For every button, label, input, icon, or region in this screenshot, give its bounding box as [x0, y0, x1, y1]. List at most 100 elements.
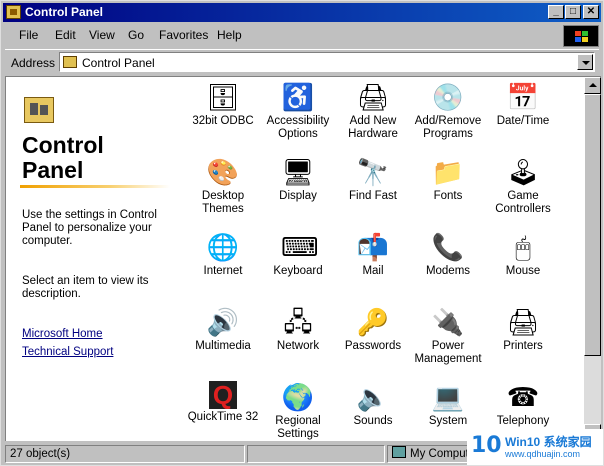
odbc-icon: 🗄	[206, 82, 240, 112]
menu-edit[interactable]: Edit	[55, 28, 76, 42]
passwords-icon: 🔑	[356, 307, 390, 337]
cp-item-add-hardware[interactable]: 🖨 Add New Hardware	[334, 79, 412, 151]
cp-item-keyboard[interactable]: ⌨ Keyboard	[259, 229, 337, 301]
cp-item-find-fast[interactable]: 🔭 Find Fast	[334, 154, 412, 226]
cp-item-label: Keyboard	[273, 265, 323, 277]
control-panel-icon	[6, 5, 21, 19]
cp-item-passwords[interactable]: 🔑 Passwords	[334, 304, 412, 376]
cp-item-label: Modems	[425, 265, 471, 277]
menu-help[interactable]: Help	[217, 28, 242, 42]
cp-item-network[interactable]: 🖧 Network	[259, 304, 337, 376]
cp-item-accessibility[interactable]: ♿ Accessibility Options	[259, 79, 337, 151]
cp-item-label: Display	[279, 190, 317, 202]
sounds-icon: 🔈	[356, 382, 390, 412]
pane-title: Control Panel	[22, 133, 172, 183]
cp-item-printers[interactable]: 🖨 Printers	[484, 304, 562, 376]
pane-title-line1: Control	[22, 132, 104, 158]
cp-item-add-remove-programs[interactable]: 💿 Add/Remove Programs	[409, 79, 487, 151]
microsoft-home-link[interactable]: Microsoft Home	[22, 328, 103, 340]
address-label: Address	[11, 56, 56, 70]
technical-support-link[interactable]: Technical Support	[22, 346, 113, 358]
address-dropdown-button[interactable]	[577, 54, 593, 70]
cp-item-odbc[interactable]: 🗄 32bit ODBC	[184, 79, 262, 151]
cp-item-sounds[interactable]: 🔈 Sounds	[334, 379, 412, 441]
cp-item-label: Passwords	[344, 340, 402, 352]
cp-item-label: QuickTime 32	[187, 411, 259, 423]
quicktime-icon: Q	[209, 381, 237, 409]
find-fast-icon: 🔭	[356, 157, 390, 187]
pane-description: Use the settings in Control Panel to per…	[22, 209, 157, 247]
menu-view[interactable]: View	[89, 28, 115, 42]
watermark-url: www.qdhuajin.com	[505, 449, 581, 459]
cp-item-modems[interactable]: 📞 Modems	[409, 229, 487, 301]
scroll-thumb[interactable]	[584, 94, 601, 356]
menu-favorites[interactable]: Favorites	[159, 28, 208, 42]
watermark-logo: 10	[471, 433, 502, 458]
printers-icon: 🖨	[506, 307, 540, 337]
desktop-themes-icon: 🎨	[206, 157, 240, 187]
mail-icon: 📬	[356, 232, 390, 262]
cp-item-date-time[interactable]: 📅 Date/Time	[484, 79, 562, 151]
cp-item-regional-settings[interactable]: 🌍 Regional Settings	[259, 379, 337, 441]
mouse-icon: 🖱	[515, 232, 531, 262]
accessibility-icon: ♿	[281, 82, 315, 112]
date-time-icon: 📅	[506, 82, 540, 112]
cp-item-label: Multimedia	[195, 340, 251, 352]
status-empty	[247, 445, 385, 463]
maximize-button[interactable]: □	[565, 5, 581, 19]
game-controllers-icon: 🕹	[506, 157, 540, 187]
cp-item-mouse[interactable]: 🖱 Mouse	[484, 229, 562, 301]
system-icon: 💻	[431, 382, 465, 412]
cp-item-label: Internet	[203, 265, 243, 277]
cp-item-desktop-themes[interactable]: 🎨 Desktop Themes	[184, 154, 262, 226]
control-panel-window: Control Panel _ □ ✕ File Edit View Go Fa…	[0, 0, 604, 466]
cp-item-label: Network	[276, 340, 320, 352]
fonts-icon: 📁	[431, 157, 465, 187]
menu-file[interactable]: File	[19, 28, 38, 42]
keyboard-icon: ⌨	[281, 232, 319, 262]
title-divider	[20, 185, 170, 188]
cp-item-mail[interactable]: 📬 Mail	[334, 229, 412, 301]
display-icon: 🖥	[281, 157, 315, 187]
cp-item-label: Fonts	[433, 190, 463, 202]
cp-item-label: Game Controllers	[495, 190, 551, 215]
title-bar[interactable]: Control Panel _ □ ✕	[3, 3, 601, 22]
cp-item-label: Power Management	[414, 340, 482, 365]
cp-item-label: Telephony	[496, 415, 550, 427]
cp-item-power-management[interactable]: 🔌 Power Management	[409, 304, 487, 376]
close-button[interactable]: ✕	[583, 5, 599, 19]
cp-item-fonts[interactable]: 📁 Fonts	[409, 154, 487, 226]
cp-item-game-controllers[interactable]: 🕹 Game Controllers	[484, 154, 562, 226]
add-hardware-icon: 🖨	[356, 82, 390, 112]
cp-item-multimedia[interactable]: 🔊 Multimedia	[184, 304, 262, 376]
cp-item-label: Add New Hardware	[348, 115, 398, 140]
cp-item-label: Find Fast	[349, 190, 397, 202]
cp-item-label: System	[428, 415, 468, 427]
cp-item-label: 32bit ODBC	[192, 115, 254, 127]
menu-bar: File Edit View Go Favorites Help	[5, 24, 563, 46]
add-remove-programs-icon: 💿	[431, 82, 465, 112]
cp-item-display[interactable]: 🖥 Display	[259, 154, 337, 226]
cp-item-quicktime[interactable]: Q QuickTime 32	[184, 379, 262, 441]
cp-item-label: Accessibility Options	[266, 115, 330, 140]
my-computer-icon	[392, 446, 406, 458]
info-pane: Control Panel Use the settings in Contro…	[6, 77, 178, 441]
cp-item-label: Regional Settings	[275, 415, 321, 440]
cp-item-internet[interactable]: 🌐 Internet	[184, 229, 262, 301]
menu-go[interactable]: Go	[128, 28, 144, 42]
telephony-icon: ☎	[506, 382, 540, 412]
window-title: Control Panel	[25, 5, 104, 19]
scroll-up-button[interactable]	[584, 77, 601, 94]
internet-icon: 🌐	[206, 232, 240, 262]
vertical-scrollbar[interactable]	[584, 77, 601, 441]
address-field[interactable]: Control Panel	[59, 52, 595, 72]
watermark-title: Win10 系统家园	[505, 435, 592, 449]
cp-item-label: Mouse	[505, 265, 541, 277]
power-management-icon: 🔌	[431, 307, 465, 337]
minimize-button[interactable]: _	[548, 5, 564, 19]
cp-item-label: Date/Time	[496, 115, 550, 127]
windows-logo-icon	[563, 25, 599, 47]
address-value: Control Panel	[82, 56, 155, 70]
network-icon: 🖧	[283, 307, 313, 337]
cp-item-label: Desktop Themes	[201, 190, 245, 215]
